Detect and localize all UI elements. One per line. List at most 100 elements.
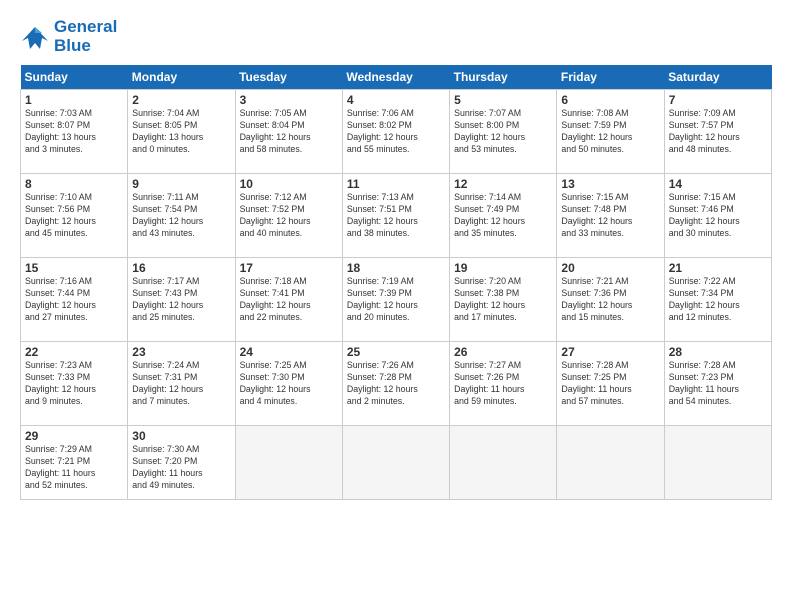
- cell-day-number: 13: [561, 177, 659, 191]
- calendar-cell: 23Sunrise: 7:24 AM Sunset: 7:31 PM Dayli…: [128, 342, 235, 426]
- logo-text: General: [54, 18, 117, 37]
- calendar-cell: 19Sunrise: 7:20 AM Sunset: 7:38 PM Dayli…: [450, 258, 557, 342]
- cell-day-number: 4: [347, 93, 445, 107]
- cell-info: Sunrise: 7:06 AM Sunset: 8:02 PM Dayligh…: [347, 108, 445, 156]
- cell-info: Sunrise: 7:28 AM Sunset: 7:23 PM Dayligh…: [669, 360, 767, 408]
- cell-info: Sunrise: 7:10 AM Sunset: 7:56 PM Dayligh…: [25, 192, 123, 240]
- day-header-monday: Monday: [128, 65, 235, 90]
- cell-day-number: 30: [132, 429, 230, 443]
- cell-info: Sunrise: 7:08 AM Sunset: 7:59 PM Dayligh…: [561, 108, 659, 156]
- calendar-cell: 22Sunrise: 7:23 AM Sunset: 7:33 PM Dayli…: [21, 342, 128, 426]
- cell-info: Sunrise: 7:07 AM Sunset: 8:00 PM Dayligh…: [454, 108, 552, 156]
- day-header-saturday: Saturday: [664, 65, 771, 90]
- cell-info: Sunrise: 7:30 AM Sunset: 7:20 PM Dayligh…: [132, 444, 230, 492]
- cell-day-number: 3: [240, 93, 338, 107]
- cell-info: Sunrise: 7:22 AM Sunset: 7:34 PM Dayligh…: [669, 276, 767, 324]
- cell-day-number: 27: [561, 345, 659, 359]
- cell-day-number: 22: [25, 345, 123, 359]
- cell-info: Sunrise: 7:24 AM Sunset: 7:31 PM Dayligh…: [132, 360, 230, 408]
- cell-day-number: 10: [240, 177, 338, 191]
- cell-day-number: 20: [561, 261, 659, 275]
- calendar-cell: 16Sunrise: 7:17 AM Sunset: 7:43 PM Dayli…: [128, 258, 235, 342]
- cell-info: Sunrise: 7:13 AM Sunset: 7:51 PM Dayligh…: [347, 192, 445, 240]
- calendar-cell: 21Sunrise: 7:22 AM Sunset: 7:34 PM Dayli…: [664, 258, 771, 342]
- cell-info: Sunrise: 7:23 AM Sunset: 7:33 PM Dayligh…: [25, 360, 123, 408]
- calendar-cell: [557, 426, 664, 500]
- cell-day-number: 11: [347, 177, 445, 191]
- cell-info: Sunrise: 7:09 AM Sunset: 7:57 PM Dayligh…: [669, 108, 767, 156]
- day-header-friday: Friday: [557, 65, 664, 90]
- calendar-cell: 24Sunrise: 7:25 AM Sunset: 7:30 PM Dayli…: [235, 342, 342, 426]
- calendar-cell: 20Sunrise: 7:21 AM Sunset: 7:36 PM Dayli…: [557, 258, 664, 342]
- logo-icon: [20, 23, 50, 51]
- calendar-cell: 11Sunrise: 7:13 AM Sunset: 7:51 PM Dayli…: [342, 174, 449, 258]
- calendar-cell: 12Sunrise: 7:14 AM Sunset: 7:49 PM Dayli…: [450, 174, 557, 258]
- calendar-cell: 30Sunrise: 7:30 AM Sunset: 7:20 PM Dayli…: [128, 426, 235, 500]
- cell-day-number: 2: [132, 93, 230, 107]
- logo: General Blue: [20, 18, 117, 55]
- cell-day-number: 29: [25, 429, 123, 443]
- cell-info: Sunrise: 7:12 AM Sunset: 7:52 PM Dayligh…: [240, 192, 338, 240]
- cell-day-number: 5: [454, 93, 552, 107]
- cell-day-number: 14: [669, 177, 767, 191]
- cell-info: Sunrise: 7:17 AM Sunset: 7:43 PM Dayligh…: [132, 276, 230, 324]
- cell-day-number: 26: [454, 345, 552, 359]
- calendar-cell: 18Sunrise: 7:19 AM Sunset: 7:39 PM Dayli…: [342, 258, 449, 342]
- day-header-tuesday: Tuesday: [235, 65, 342, 90]
- calendar-cell: 26Sunrise: 7:27 AM Sunset: 7:26 PM Dayli…: [450, 342, 557, 426]
- cell-day-number: 24: [240, 345, 338, 359]
- logo-subtext: Blue: [54, 37, 117, 56]
- cell-day-number: 1: [25, 93, 123, 107]
- cell-info: Sunrise: 7:04 AM Sunset: 8:05 PM Dayligh…: [132, 108, 230, 156]
- calendar-cell: [664, 426, 771, 500]
- cell-day-number: 12: [454, 177, 552, 191]
- cell-day-number: 17: [240, 261, 338, 275]
- calendar-cell: 13Sunrise: 7:15 AM Sunset: 7:48 PM Dayli…: [557, 174, 664, 258]
- day-header-wednesday: Wednesday: [342, 65, 449, 90]
- calendar-cell: [342, 426, 449, 500]
- cell-info: Sunrise: 7:05 AM Sunset: 8:04 PM Dayligh…: [240, 108, 338, 156]
- cell-info: Sunrise: 7:14 AM Sunset: 7:49 PM Dayligh…: [454, 192, 552, 240]
- calendar-cell: 5Sunrise: 7:07 AM Sunset: 8:00 PM Daylig…: [450, 90, 557, 174]
- cell-day-number: 8: [25, 177, 123, 191]
- cell-day-number: 25: [347, 345, 445, 359]
- cell-day-number: 19: [454, 261, 552, 275]
- calendar-cell: [450, 426, 557, 500]
- calendar-cell: 14Sunrise: 7:15 AM Sunset: 7:46 PM Dayli…: [664, 174, 771, 258]
- calendar-cell: 25Sunrise: 7:26 AM Sunset: 7:28 PM Dayli…: [342, 342, 449, 426]
- cell-info: Sunrise: 7:11 AM Sunset: 7:54 PM Dayligh…: [132, 192, 230, 240]
- cell-info: Sunrise: 7:27 AM Sunset: 7:26 PM Dayligh…: [454, 360, 552, 408]
- day-header-thursday: Thursday: [450, 65, 557, 90]
- calendar-cell: 15Sunrise: 7:16 AM Sunset: 7:44 PM Dayli…: [21, 258, 128, 342]
- calendar-cell: 8Sunrise: 7:10 AM Sunset: 7:56 PM Daylig…: [21, 174, 128, 258]
- cell-day-number: 23: [132, 345, 230, 359]
- calendar-cell: 29Sunrise: 7:29 AM Sunset: 7:21 PM Dayli…: [21, 426, 128, 500]
- calendar-cell: 9Sunrise: 7:11 AM Sunset: 7:54 PM Daylig…: [128, 174, 235, 258]
- cell-day-number: 6: [561, 93, 659, 107]
- cell-info: Sunrise: 7:18 AM Sunset: 7:41 PM Dayligh…: [240, 276, 338, 324]
- calendar-cell: 1Sunrise: 7:03 AM Sunset: 8:07 PM Daylig…: [21, 90, 128, 174]
- calendar-cell: 6Sunrise: 7:08 AM Sunset: 7:59 PM Daylig…: [557, 90, 664, 174]
- cell-day-number: 21: [669, 261, 767, 275]
- cell-info: Sunrise: 7:26 AM Sunset: 7:28 PM Dayligh…: [347, 360, 445, 408]
- cell-day-number: 7: [669, 93, 767, 107]
- cell-info: Sunrise: 7:03 AM Sunset: 8:07 PM Dayligh…: [25, 108, 123, 156]
- cell-info: Sunrise: 7:15 AM Sunset: 7:46 PM Dayligh…: [669, 192, 767, 240]
- cell-info: Sunrise: 7:21 AM Sunset: 7:36 PM Dayligh…: [561, 276, 659, 324]
- calendar-cell: [235, 426, 342, 500]
- cell-day-number: 28: [669, 345, 767, 359]
- calendar-cell: 2Sunrise: 7:04 AM Sunset: 8:05 PM Daylig…: [128, 90, 235, 174]
- cell-day-number: 16: [132, 261, 230, 275]
- calendar-cell: 17Sunrise: 7:18 AM Sunset: 7:41 PM Dayli…: [235, 258, 342, 342]
- cell-info: Sunrise: 7:28 AM Sunset: 7:25 PM Dayligh…: [561, 360, 659, 408]
- cell-info: Sunrise: 7:25 AM Sunset: 7:30 PM Dayligh…: [240, 360, 338, 408]
- cell-info: Sunrise: 7:16 AM Sunset: 7:44 PM Dayligh…: [25, 276, 123, 324]
- cell-info: Sunrise: 7:19 AM Sunset: 7:39 PM Dayligh…: [347, 276, 445, 324]
- calendar-table: SundayMondayTuesdayWednesdayThursdayFrid…: [20, 65, 772, 500]
- calendar-cell: 27Sunrise: 7:28 AM Sunset: 7:25 PM Dayli…: [557, 342, 664, 426]
- cell-day-number: 9: [132, 177, 230, 191]
- cell-info: Sunrise: 7:29 AM Sunset: 7:21 PM Dayligh…: [25, 444, 123, 492]
- cell-day-number: 18: [347, 261, 445, 275]
- cell-day-number: 15: [25, 261, 123, 275]
- calendar-cell: 4Sunrise: 7:06 AM Sunset: 8:02 PM Daylig…: [342, 90, 449, 174]
